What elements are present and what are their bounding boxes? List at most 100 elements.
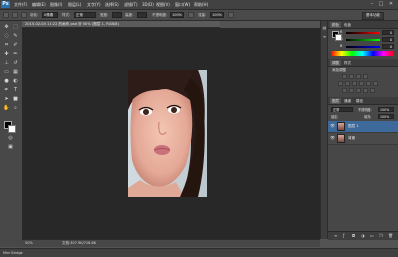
eyedropper-icon[interactable]: ✐ xyxy=(12,42,19,49)
exposure-icon[interactable] xyxy=(363,74,368,79)
menu-help[interactable]: 帮助(H) xyxy=(194,2,208,8)
flow-input[interactable]: 100% xyxy=(210,12,224,18)
black-white-icon[interactable] xyxy=(359,81,364,86)
layer-row-selected[interactable]: 👁 图层 1 xyxy=(328,121,398,133)
slider-value[interactable]: 0 xyxy=(382,44,394,49)
invert-icon[interactable] xyxy=(342,88,347,93)
visibility-eye-icon[interactable]: 👁 xyxy=(330,136,335,140)
dodge-icon[interactable]: ◐ xyxy=(12,78,19,85)
pressure-opacity-icon[interactable] xyxy=(188,12,194,18)
layer-opacity-input[interactable]: 100% xyxy=(378,107,394,112)
slider-value[interactable]: 0 xyxy=(382,37,394,42)
opacity-input[interactable]: 100% xyxy=(170,12,184,18)
document-tab[interactable]: 2015-02-04 11:22 的画布.psd @ 50% (图层 1, RG… xyxy=(22,21,220,28)
menu-layer[interactable]: 图层(L) xyxy=(68,2,81,8)
screen-mode-icon[interactable]: ▣ xyxy=(7,144,14,151)
menu-file[interactable]: 文件(F) xyxy=(14,2,27,8)
tab-paths[interactable]: 路径 xyxy=(354,98,365,104)
gradient-icon[interactable]: ▦ xyxy=(12,69,19,76)
quick-mask-icon[interactable]: ◎ xyxy=(7,135,14,142)
tab-adjustments[interactable]: 调整 xyxy=(330,60,341,66)
blend-mode-select[interactable]: 正常 xyxy=(331,107,353,112)
layer-style-icon[interactable]: ƒ xyxy=(343,233,344,238)
zoom-icon[interactable]: ⌕ xyxy=(12,105,19,112)
new-layer-icon[interactable]: ❐ xyxy=(379,233,383,238)
levels-icon[interactable] xyxy=(349,74,354,79)
pen-icon[interactable]: ✒ xyxy=(3,87,10,94)
move-icon[interactable]: ✥ xyxy=(3,24,10,31)
trash-icon[interactable]: 🗑 xyxy=(388,233,393,238)
quick-select-icon[interactable]: ✎ xyxy=(12,33,19,40)
zoom-level[interactable]: 50% xyxy=(25,240,33,247)
tab-layers[interactable]: 图层 xyxy=(330,98,341,104)
width-label: 宽度: xyxy=(100,13,109,17)
slider-g[interactable]: G 0 xyxy=(340,37,398,42)
brush-preset-icon[interactable] xyxy=(12,12,18,18)
color-balance-icon[interactable] xyxy=(352,81,357,86)
menu-filter[interactable]: 滤镜(T) xyxy=(124,2,138,8)
slider-track[interactable] xyxy=(346,39,380,41)
workspace-button[interactable]: 基本功能 xyxy=(362,12,384,20)
adjustment-layer-icon[interactable]: ◑ xyxy=(361,233,365,238)
lasso-icon[interactable]: ◌ xyxy=(3,33,10,40)
slider-b[interactable]: B 0 xyxy=(340,44,398,49)
brightness-icon[interactable] xyxy=(342,74,347,79)
shape-icon[interactable]: ■ xyxy=(12,96,19,103)
tool-preset-icon[interactable] xyxy=(3,12,9,18)
tab-swatches[interactable]: 色板 xyxy=(342,22,353,28)
layer-mask-icon[interactable]: ◘ xyxy=(352,233,355,238)
crop-icon[interactable]: ⌗ xyxy=(3,42,10,49)
menu-3d[interactable]: 3D(D) xyxy=(142,2,154,7)
hue-saturation-icon[interactable] xyxy=(345,81,350,86)
fill-input[interactable]: 100% xyxy=(378,114,394,119)
background-color-swatch[interactable] xyxy=(8,125,16,133)
slider-track[interactable] xyxy=(346,46,380,48)
marquee-icon[interactable]: ⬚ xyxy=(12,24,19,31)
feather-input[interactable]: 0像素 xyxy=(42,12,58,18)
toggle-panel-icon[interactable] xyxy=(21,12,27,18)
menu-image[interactable]: 图像(I) xyxy=(50,2,62,8)
posterize-icon[interactable] xyxy=(349,88,354,93)
tab-channels[interactable]: 通道 xyxy=(342,98,353,104)
link-layers-icon[interactable]: ∞ xyxy=(334,233,337,238)
layer-row[interactable]: 👁 背景 xyxy=(328,133,398,145)
group-icon[interactable]: ▭ xyxy=(370,233,374,238)
vibrance-icon[interactable] xyxy=(338,81,343,86)
visibility-eye-icon[interactable]: 👁 xyxy=(330,124,335,128)
blur-icon[interactable]: ● xyxy=(3,78,10,85)
eraser-icon[interactable]: ▭ xyxy=(3,69,10,76)
menu-select[interactable]: 选择(S) xyxy=(105,2,119,8)
stamp-icon[interactable]: ⊥ xyxy=(3,60,10,67)
slider-r[interactable]: R 0 xyxy=(340,30,398,35)
menu-edit[interactable]: 编辑(E) xyxy=(32,2,46,8)
photo-filter-icon[interactable] xyxy=(366,81,371,86)
height-input[interactable] xyxy=(137,12,147,18)
hand-icon[interactable]: ✋ xyxy=(3,105,10,112)
width-input[interactable] xyxy=(112,12,122,18)
style-select[interactable]: 正常 xyxy=(74,12,96,18)
right-panels: 颜色 色板 R 0 G 0 B 0 调整 样式 添加调整 图层 通道 路径 正常… xyxy=(327,21,398,240)
menu-view[interactable]: 视图(V) xyxy=(156,2,170,8)
menu-window[interactable]: 窗口(W) xyxy=(175,2,190,8)
menu-type[interactable]: 文字(Y) xyxy=(87,2,101,8)
tab-styles[interactable]: 样式 xyxy=(342,60,353,66)
maximize-button[interactable]: □ xyxy=(377,1,385,7)
tab-color[interactable]: 颜色 xyxy=(330,22,341,28)
slider-value[interactable]: 0 xyxy=(382,30,394,35)
channel-mixer-icon[interactable] xyxy=(373,81,378,86)
color-spectrum[interactable] xyxy=(331,51,394,56)
document-info[interactable]: 文档:307.9K/716.8K xyxy=(62,240,96,247)
gradient-map-icon[interactable] xyxy=(363,88,368,93)
path-select-icon[interactable]: ➤ xyxy=(3,96,10,103)
type-icon[interactable]: T xyxy=(12,87,19,94)
minimize-button[interactable]: – xyxy=(368,1,376,7)
close-button[interactable]: ✕ xyxy=(387,1,395,7)
curves-icon[interactable] xyxy=(356,74,361,79)
healing-icon[interactable]: ✚ xyxy=(3,51,10,58)
threshold-icon[interactable] xyxy=(356,88,361,93)
airbrush-icon[interactable] xyxy=(228,12,234,18)
history-brush-icon[interactable]: ↺ xyxy=(12,60,19,67)
selective-color-icon[interactable] xyxy=(370,88,375,93)
slider-track[interactable] xyxy=(346,32,380,34)
brush-icon[interactable]: ✏ xyxy=(12,51,19,58)
